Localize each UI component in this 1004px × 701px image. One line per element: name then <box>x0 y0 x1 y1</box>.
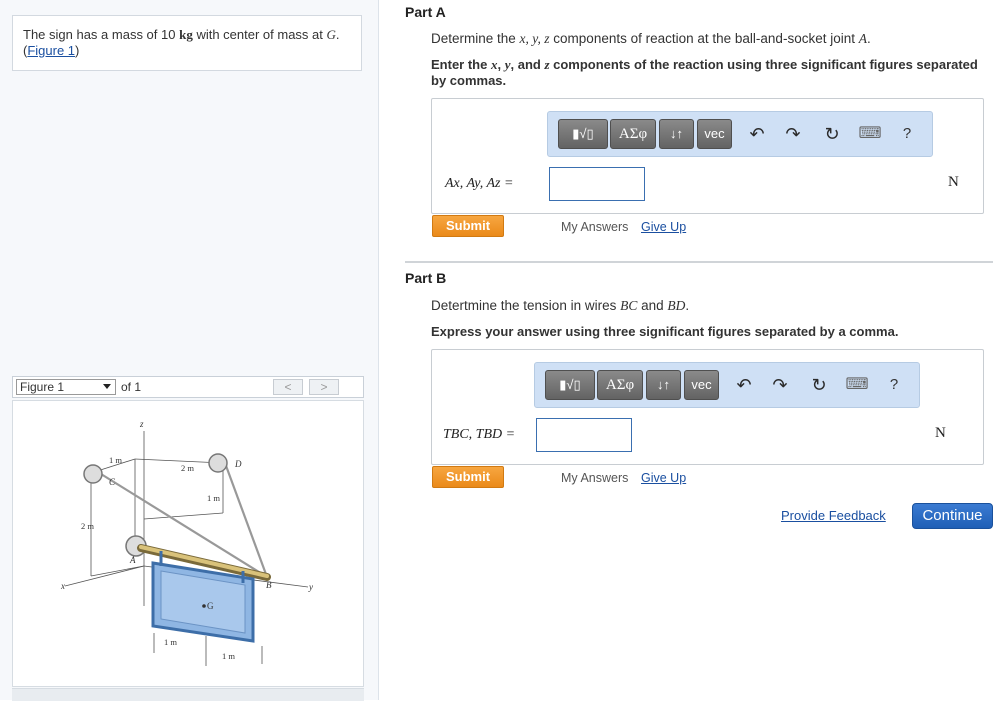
undo-icon[interactable]: ↶ <box>744 121 770 147</box>
problem-intro: The sign has a mass of 10 kg with center… <box>12 15 362 71</box>
dim-1m-bottom-left: 1 m <box>164 637 177 647</box>
part-b-title: Part B <box>405 270 447 286</box>
part-a-instruction: Enter the x, y, and z components of the … <box>431 57 978 88</box>
part-a-submit-button[interactable]: Submit <box>432 215 504 237</box>
provide-feedback-link[interactable]: Provide Feedback <box>781 508 886 523</box>
mass-unit: kg <box>179 27 193 42</box>
intro-text: The sign has a mass of 10 <box>23 27 180 42</box>
sign-figure: z x y A B C D G 1 m 2 m 1 m 2 m 1 m 1 m <box>60 419 313 666</box>
templates-button[interactable]: ▮√▯ <box>558 119 608 149</box>
label-z: z <box>139 419 144 429</box>
part-b-submit-button[interactable]: Submit <box>432 466 504 488</box>
help-icon[interactable]: ? <box>881 372 907 398</box>
figure-link[interactable]: Figure 1 <box>27 43 75 58</box>
part-b-instruction: Express your answer using three signific… <box>431 324 899 339</box>
part-a-title: Part A <box>405 4 446 20</box>
part-a-give-up-link[interactable]: Give Up <box>641 220 686 234</box>
undo-icon[interactable]: ↶ <box>731 372 757 398</box>
reset-icon[interactable]: ↻ <box>819 121 845 147</box>
dim-2m-top: 2 m <box>181 463 194 473</box>
dim-1m-top: 1 m <box>109 455 122 465</box>
part-a-prompt: Determine the x, y, z components of reac… <box>431 31 871 46</box>
part-b-expression: TBC, TBD = <box>443 427 516 442</box>
continue-button[interactable]: Continue <box>912 503 993 529</box>
figure-select[interactable]: Figure 1 <box>16 379 116 395</box>
label-b: B <box>266 580 272 590</box>
part-a-expression: Ax, Ay, Az = <box>445 176 514 191</box>
subscript-button[interactable]: ↓↑ <box>659 119 694 149</box>
keyboard-icon[interactable]: ⌨ <box>857 121 883 147</box>
intro-point: G <box>326 27 336 42</box>
figure-footer <box>12 688 364 701</box>
dim-2m-side: 2 m <box>81 521 94 531</box>
vector-button[interactable]: vec <box>684 370 719 400</box>
symbols-button[interactable]: ΑΣφ <box>610 119 656 149</box>
dim-1m-vert: 1 m <box>207 493 220 503</box>
keyboard-icon[interactable]: ⌨ <box>844 372 870 398</box>
part-b-prompt: Detertmine the tension in wires BC and B… <box>431 298 690 313</box>
intro-text-mid: with center of mass at <box>192 27 327 42</box>
redo-icon[interactable]: ↷ <box>767 372 793 398</box>
prev-figure-button[interactable]: < <box>273 379 303 395</box>
next-figure-button[interactable]: > <box>309 379 339 395</box>
figure-count: of 1 <box>121 380 142 394</box>
part-b-toolbar: ▮√▯ ΑΣφ ↓↑ vec ↶ ↷ ↻ ⌨ ? <box>534 362 920 408</box>
label-y: y <box>308 582 313 592</box>
help-icon[interactable]: ? <box>894 121 920 147</box>
x-axis <box>64 565 145 587</box>
part-b-answer-box: ▮√▯ ΑΣφ ↓↑ vec ↶ ↷ ↻ ⌨ ? TBC, TBD = N <box>431 349 984 465</box>
part-a-answer-input[interactable] <box>549 167 645 201</box>
templates-button[interactable]: ▮√▯ <box>545 370 595 400</box>
dim-1m-bottom-right: 1 m <box>222 651 235 661</box>
part-b-unit: N <box>935 425 946 441</box>
chevron-down-icon <box>103 384 111 389</box>
part-a-unit: N <box>948 174 959 190</box>
figure-navigator: Figure 1 of 1 < > <box>12 376 364 398</box>
part-divider <box>405 261 993 263</box>
part-b-give-up-link[interactable]: Give Up <box>641 471 686 485</box>
label-g: G <box>207 601 214 611</box>
reset-icon[interactable]: ↻ <box>806 372 832 398</box>
vector-button[interactable]: vec <box>697 119 732 149</box>
label-x: x <box>60 581 65 591</box>
part-a-toolbar: ▮√▯ ΑΣφ ↓↑ vec ↶ ↷ ↻ ⌨ ? <box>547 111 933 157</box>
part-b-answer-input[interactable] <box>536 418 632 452</box>
part-b-my-answers-link[interactable]: My Answers <box>561 471 628 485</box>
label-d: D <box>234 459 242 469</box>
symbols-button[interactable]: ΑΣφ <box>597 370 643 400</box>
label-a: A <box>129 555 136 565</box>
part-a-my-answers-link[interactable]: My Answers <box>561 220 628 234</box>
wire-bd <box>223 462 269 578</box>
subscript-button[interactable]: ↓↑ <box>646 370 681 400</box>
figure-panel: z x y A B C D G 1 m 2 m 1 m 2 m 1 m 1 m <box>12 400 364 687</box>
part-a-answer-box: ▮√▯ ΑΣφ ↓↑ vec ↶ ↷ ↻ ⌨ ? Ax, Ay, Az = N <box>431 98 984 214</box>
redo-icon[interactable]: ↷ <box>780 121 806 147</box>
label-c: C <box>109 477 116 487</box>
left-panel: The sign has a mass of 10 kg with center… <box>0 0 379 701</box>
